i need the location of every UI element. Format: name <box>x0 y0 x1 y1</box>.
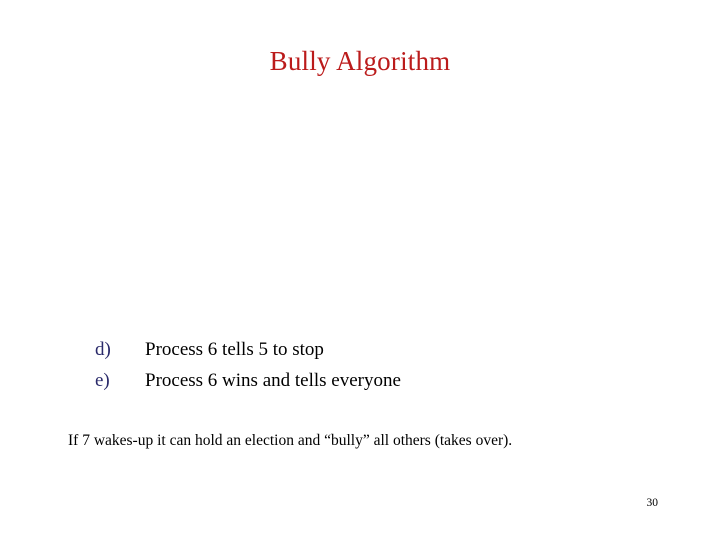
list-item-marker: d) <box>95 339 111 360</box>
list-item-label: Process 6 tells 5 to stop <box>145 339 324 360</box>
list-item: d) Process 6 tells 5 to stop <box>95 334 655 365</box>
slide: Bully Algorithm d) Process 6 tells 5 to … <box>0 0 720 540</box>
list-item-marker: e) <box>95 370 110 391</box>
step-list: d) Process 6 tells 5 to stop e) Process … <box>95 334 655 396</box>
page-title: Bully Algorithm <box>269 46 451 77</box>
list-item-label: Process 6 wins and tells everyone <box>145 370 401 391</box>
closing-note: If 7 wakes-up it can hold an election an… <box>68 431 513 449</box>
diagram-area <box>60 88 660 320</box>
list-item: e) Process 6 wins and tells everyone <box>95 365 655 396</box>
page-number: 30 <box>646 497 659 509</box>
